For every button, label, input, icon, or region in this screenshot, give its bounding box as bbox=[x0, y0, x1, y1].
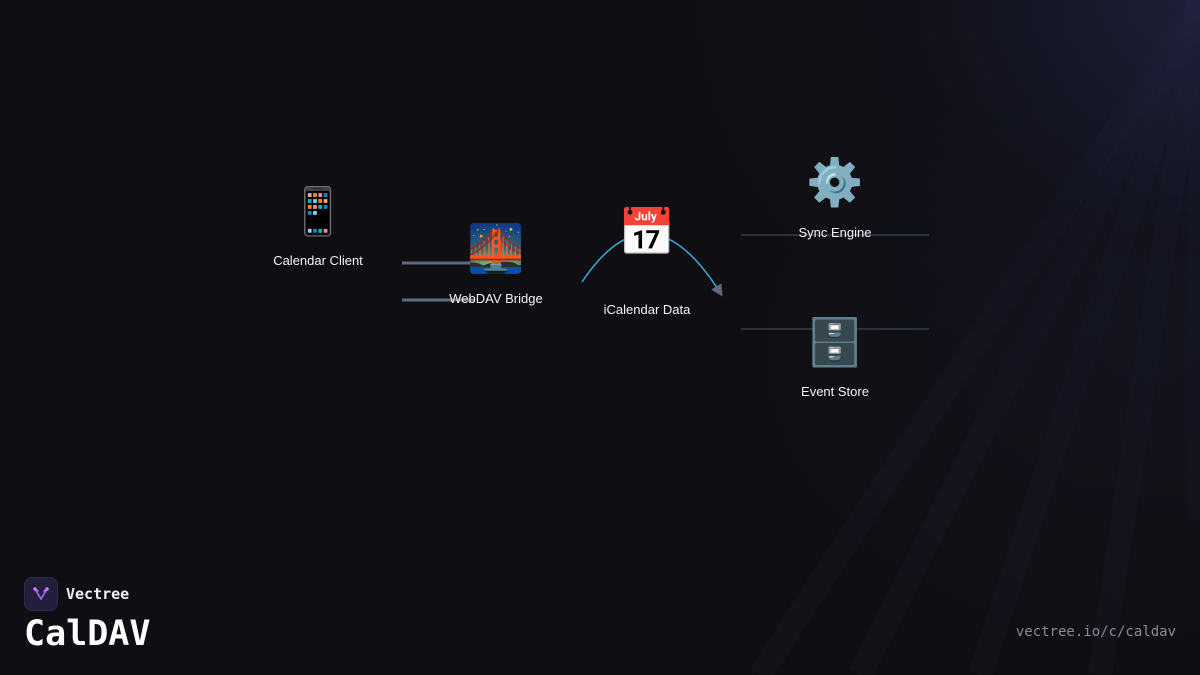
diagram-edges bbox=[402, 233, 929, 330]
gear-icon: ⚙️ bbox=[806, 155, 864, 209]
node-sync-engine: ⚙️ Sync Engine bbox=[755, 156, 915, 240]
node-event-store: 🗄️ Event Store bbox=[755, 316, 915, 399]
page-title: CalDAV bbox=[24, 614, 151, 654]
diagram: 📱 Calendar Client 🌉 WebDAV Bridge 📅 iCal… bbox=[0, 0, 1200, 675]
mobile-phone-icon: 📱 bbox=[289, 184, 347, 238]
brand: Vectree bbox=[24, 577, 129, 611]
node-icalendar-data: 📅 iCalendar Data bbox=[567, 206, 727, 317]
node-label: Calendar Client bbox=[273, 253, 363, 268]
node-label: Event Store bbox=[801, 384, 869, 399]
brand-name: Vectree bbox=[66, 585, 130, 603]
node-label: Sync Engine bbox=[798, 225, 872, 240]
node-label: iCalendar Data bbox=[603, 302, 691, 317]
node-calendar-client: 📱 Calendar Client bbox=[238, 185, 398, 268]
bridge-at-night-icon: 🌉 bbox=[467, 221, 525, 275]
node-label: WebDAV Bridge bbox=[449, 291, 543, 306]
node-webdav-bridge: 🌉 WebDAV Bridge bbox=[416, 222, 576, 306]
vectree-logo-icon bbox=[24, 577, 58, 611]
file-cabinet-icon: 🗄️ bbox=[806, 315, 864, 369]
calendar-icon: 📅 bbox=[618, 205, 676, 259]
page-url[interactable]: vectree.io/c/caldav bbox=[1016, 624, 1176, 640]
